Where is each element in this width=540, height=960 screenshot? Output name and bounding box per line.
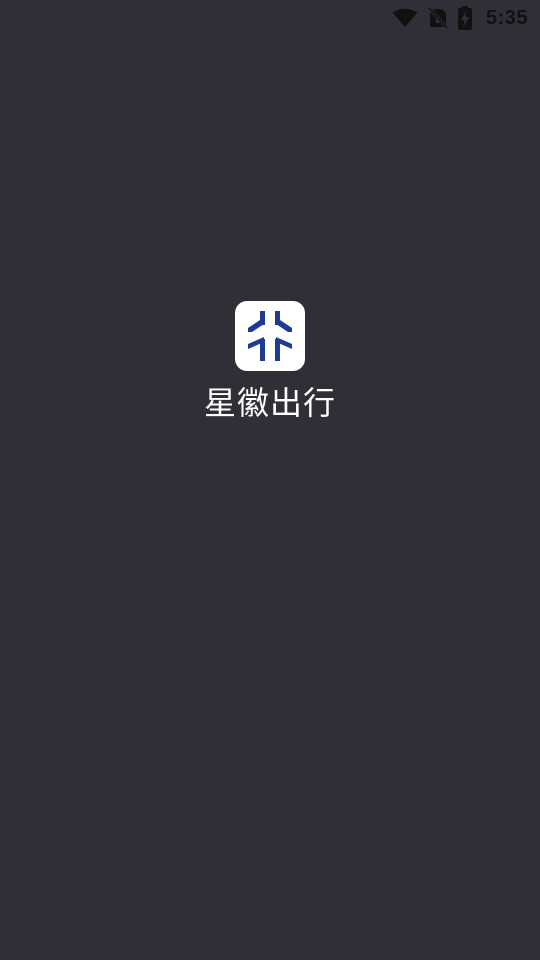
app-logo: [235, 301, 305, 371]
star-emblem-icon: [248, 311, 292, 361]
status-icons: 5:35: [392, 6, 528, 30]
splash-screen: 星徽出行: [0, 301, 540, 423]
battery-charging-icon: [457, 6, 472, 30]
status-bar: 5:35: [0, 0, 540, 36]
status-time: 5:35: [485, 6, 528, 29]
wifi-icon: [392, 8, 418, 28]
app-name: 星徽出行: [203, 384, 336, 422]
no-sim-icon: [427, 7, 448, 29]
